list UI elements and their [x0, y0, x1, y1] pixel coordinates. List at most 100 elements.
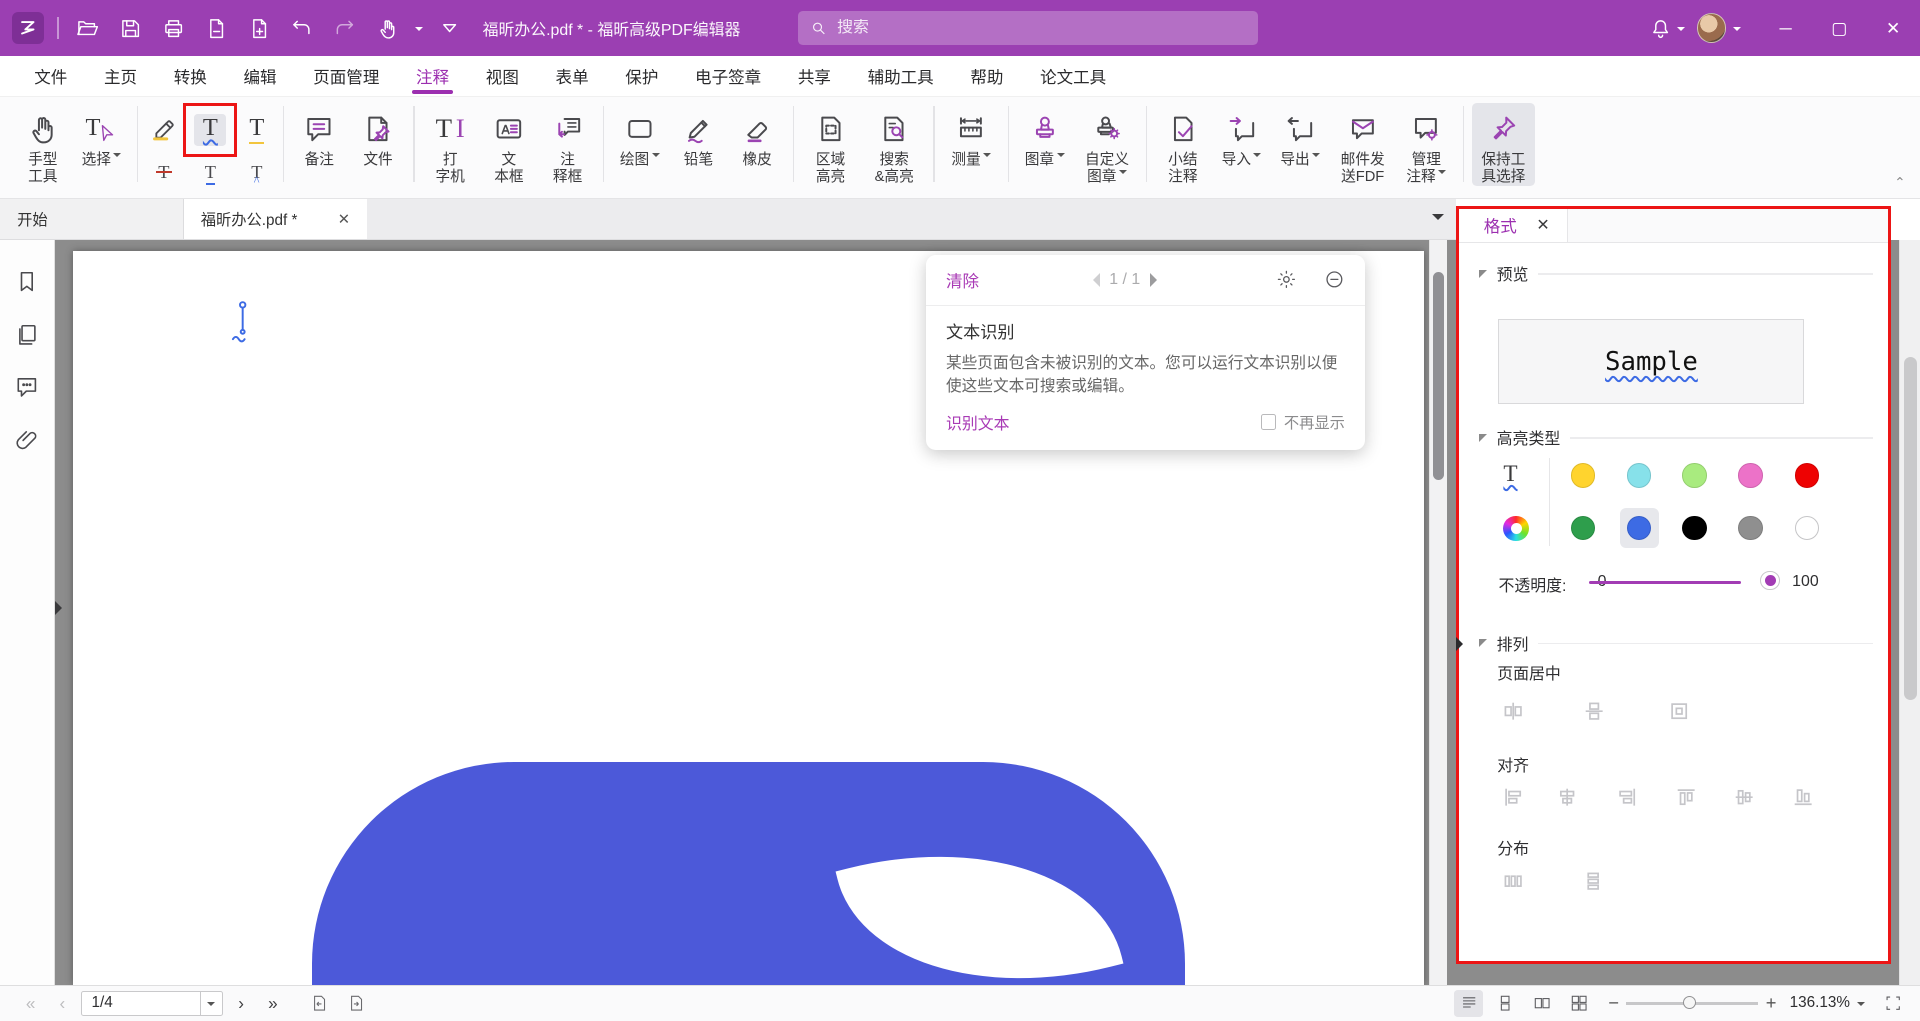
next-page-arrow-icon[interactable] [1150, 273, 1164, 287]
align-bottom-button[interactable] [1787, 781, 1819, 813]
color-swatch-green[interactable] [1571, 516, 1595, 540]
align-middle-button[interactable] [1729, 781, 1761, 813]
menu-edit[interactable]: 编辑 [244, 56, 277, 96]
color-swatch-pink[interactable] [1738, 463, 1762, 487]
keep-tool-selected-button[interactable]: 保持工具选择 [1472, 103, 1536, 186]
menu-form[interactable]: 表单 [556, 56, 589, 96]
prev-page-button[interactable]: ‹ [49, 993, 76, 1014]
facing-continuous-view-button[interactable] [1564, 990, 1593, 1017]
redo-button[interactable] [329, 12, 361, 44]
global-search-box[interactable] [798, 11, 1258, 45]
notifications-bell-icon[interactable] [1645, 12, 1677, 44]
next-page-button[interactable]: › [228, 993, 255, 1014]
format-panel-tab[interactable]: 格式 ✕ [1459, 209, 1568, 242]
select-tool[interactable]: T 选择 [73, 103, 129, 169]
align-left-button[interactable] [1497, 781, 1529, 813]
zoom-out-button[interactable]: − [1608, 992, 1619, 1014]
customize-toolbar-button[interactable] [434, 12, 466, 44]
zoom-level-combo[interactable]: 136.13% [1784, 991, 1871, 1016]
maximize-button[interactable]: ▢ [1812, 0, 1866, 56]
prev-view-button[interactable] [303, 990, 335, 1017]
menu-accessibility[interactable]: 辅助工具 [868, 56, 934, 96]
menu-esign[interactable]: 电子签章 [695, 56, 761, 96]
last-page-button[interactable]: » [259, 993, 286, 1014]
highlight-tool[interactable] [142, 105, 186, 154]
menu-view[interactable]: 视图 [486, 56, 519, 96]
menu-comment[interactable]: 注释 [416, 56, 449, 96]
distribute-vertical-button[interactable] [1577, 866, 1609, 898]
minimize-button[interactable]: ─ [1759, 0, 1813, 56]
tab-list-dropdown-caret[interactable] [1432, 214, 1444, 226]
clear-button[interactable]: 清除 [946, 268, 979, 292]
eraser-tool[interactable]: 橡皮 [729, 103, 785, 169]
squiggly-underline-tool[interactable]: T [188, 105, 232, 154]
page-number-combo[interactable]: 1/4 [81, 991, 223, 1017]
panel-close-icon[interactable]: ✕ [1536, 215, 1549, 235]
menu-page-management[interactable]: 页面管理 [313, 56, 379, 96]
color-swatch-red[interactable] [1795, 463, 1819, 487]
collapse-dialog-icon[interactable] [1324, 269, 1345, 290]
first-page-button[interactable]: « [17, 993, 44, 1014]
callout-tool[interactable]: 注释框 [539, 103, 595, 186]
tab-start[interactable]: 开始 [0, 199, 184, 238]
tab-close-icon[interactable]: ✕ [338, 211, 350, 228]
typewriter-tool[interactable]: TI 打字机 [422, 103, 478, 186]
tab-document[interactable]: 福昕办公.pdf * ✕ [184, 199, 368, 238]
foxit-logo-icon[interactable] [12, 12, 44, 44]
menu-protect[interactable]: 保护 [625, 56, 658, 96]
center-horizontal-button[interactable] [1497, 696, 1529, 728]
hand-tool-quick-button[interactable] [372, 12, 404, 44]
color-swatch-cyan[interactable] [1627, 463, 1651, 487]
user-avatar[interactable] [1697, 13, 1726, 42]
menu-home[interactable]: 主页 [104, 56, 137, 96]
align-center-horizontal-button[interactable] [1551, 781, 1583, 813]
drawing-tool[interactable]: 绘图 [612, 103, 668, 169]
color-swatch-light-green[interactable] [1682, 463, 1706, 487]
prev-page-arrow-icon[interactable] [1086, 273, 1100, 287]
email-fdf-tool[interactable]: 邮件发送FDF [1331, 103, 1395, 186]
color-swatch-yellow[interactable] [1571, 463, 1595, 487]
menu-thesis-tools[interactable]: 论文工具 [1040, 56, 1106, 96]
note-tool[interactable]: 备注 [291, 103, 347, 169]
align-top-button[interactable] [1670, 781, 1702, 813]
replace-text-tool[interactable]: T [188, 158, 232, 185]
distribute-horizontal-button[interactable] [1497, 866, 1529, 898]
page-remove-button[interactable] [201, 12, 233, 44]
file-attachment-tool[interactable]: 文件 [350, 103, 406, 169]
opacity-slider-knob[interactable] [1760, 571, 1780, 591]
print-button[interactable] [158, 12, 190, 44]
opacity-slider-track[interactable] [1589, 581, 1741, 585]
stamp-tool[interactable]: 图章 [1016, 103, 1072, 169]
underline-tool[interactable]: T [235, 105, 279, 154]
color-swatch-white[interactable] [1795, 516, 1819, 540]
undo-button[interactable] [286, 12, 318, 44]
manage-comments-tool[interactable]: 管理注释 [1397, 103, 1456, 186]
align-right-button[interactable] [1611, 781, 1643, 813]
document-scrollbar[interactable] [1429, 240, 1446, 985]
zoom-in-button[interactable]: + [1766, 992, 1777, 1014]
color-swatch-gray[interactable] [1738, 516, 1762, 540]
collapse-ribbon-chevron[interactable]: ⌃ [1894, 175, 1905, 191]
settings-gear-icon[interactable] [1276, 269, 1297, 290]
window-scrollbar[interactable] [1899, 240, 1920, 985]
import-comments-tool[interactable]: 导入 [1213, 103, 1269, 169]
document-scrollbar-thumb[interactable] [1433, 272, 1444, 480]
menu-file[interactable]: 文件 [34, 56, 67, 96]
search-input[interactable] [837, 19, 1246, 37]
fullscreen-button[interactable] [1879, 990, 1908, 1017]
open-file-button[interactable] [72, 12, 104, 44]
hand-tool-dropdown-caret[interactable] [415, 27, 423, 35]
export-comments-tool[interactable]: 导出 [1272, 103, 1328, 169]
textbox-tool[interactable]: 文本框 [481, 103, 537, 186]
continuous-view-button[interactable] [1491, 990, 1520, 1017]
section-collapse-icon[interactable] [1479, 270, 1487, 278]
recognize-text-link[interactable]: 识别文本 [946, 411, 1010, 434]
measure-tool[interactable]: 测量 [942, 103, 1001, 169]
single-page-view-button[interactable] [1454, 990, 1483, 1017]
summarize-comments-tool[interactable]: 小结注释 [1155, 103, 1211, 186]
comments-panel-icon[interactable] [14, 374, 40, 400]
area-highlight-tool[interactable]: 区域高亮 [801, 103, 860, 186]
zoom-slider-track[interactable] [1626, 1002, 1758, 1004]
custom-stamp-tool[interactable]: 自定义图章 [1075, 103, 1139, 186]
page-add-button[interactable] [243, 12, 275, 44]
